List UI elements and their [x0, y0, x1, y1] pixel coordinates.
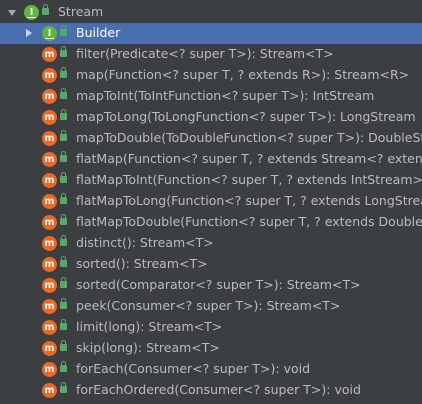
method-label: sorted(Comparator<? super T>): Stream<T> [76, 277, 361, 292]
public-lock-icon [60, 256, 67, 267]
public-lock-icon [60, 361, 67, 372]
method-item[interactable]: m mapToDouble(ToDoubleFunction<? super T>… [0, 128, 422, 149]
method-icon: m [42, 320, 57, 335]
collapse-arrow-icon[interactable] [26, 29, 32, 37]
method-item[interactable]: m flatMapToInt(Function<? super T, ? exte… [0, 170, 422, 191]
method-item[interactable]: m sorted(): Stream<T> [0, 254, 422, 275]
expand-arrow-icon[interactable] [8, 10, 16, 16]
public-lock-icon [60, 172, 67, 183]
public-lock-icon [60, 193, 67, 204]
method-item[interactable]: m forEachOrdered(Consumer<? super T>): vo… [0, 380, 422, 401]
method-label: limit(long): Stream<T> [76, 319, 223, 334]
method-label: forEach(Consumer<? super T>): void [76, 361, 311, 376]
method-item[interactable]: m distinct(): Stream<T> [0, 233, 422, 254]
method-icon: m [42, 362, 57, 377]
method-item[interactable]: m filter(Predicate<? super T>): Stream<T> [0, 44, 422, 65]
method-label: forEachOrdered(Consumer<? super T>): voi… [76, 382, 361, 397]
method-item[interactable]: m mapToLong(ToLongFunction<? super T>): L… [0, 107, 422, 128]
tree-node-label: Builder [76, 25, 121, 40]
method-item[interactable]: m flatMapToLong(Function<? super T, ? ext… [0, 191, 422, 212]
method-label: map(Function<? super T, ? extends R>): S… [76, 67, 410, 82]
public-lock-icon [60, 88, 67, 99]
method-icon: m [42, 278, 57, 293]
method-icon: m [42, 299, 57, 314]
method-label: flatMapToDouble(Function<? super T, ? ex… [76, 214, 422, 229]
method-item[interactable]: m sorted(Comparator<? super T>): Stream<T… [0, 275, 422, 296]
tree-node-builder[interactable]: I Builder [0, 23, 422, 44]
public-lock-icon [60, 298, 67, 309]
method-icon: m [42, 257, 57, 272]
method-item[interactable]: m flatMapToDouble(Function<? super T, ? e… [0, 212, 422, 233]
method-icon: m [42, 215, 57, 230]
method-label: mapToInt(ToIntFunction<? super T>): IntS… [76, 88, 375, 103]
public-lock-icon [60, 109, 67, 120]
method-icon: m [42, 47, 57, 62]
public-lock-icon [60, 235, 67, 246]
public-lock-icon [42, 4, 49, 15]
public-lock-icon [60, 319, 67, 330]
method-item[interactable]: m flatMap(Function<? super T, ? extends S… [0, 149, 422, 170]
method-label: flatMap(Function<? super T, ? extends St… [76, 151, 422, 166]
public-lock-icon [60, 151, 67, 162]
public-lock-icon [60, 67, 67, 78]
method-item[interactable]: m forEach(Consumer<? super T>): void [0, 359, 422, 380]
method-label: mapToDouble(ToDoubleFunction<? super T>)… [76, 130, 422, 145]
method-item[interactable]: m map(Function<? super T, ? extends R>): … [0, 65, 422, 86]
method-icon: m [42, 68, 57, 83]
method-label: mapToLong(ToLongFunction<? super T>): Lo… [76, 109, 416, 124]
method-label: skip(long): Stream<T> [76, 340, 220, 355]
method-label: flatMapToLong(Function<? super T, ? exte… [76, 193, 422, 208]
method-icon: m [42, 236, 57, 251]
public-lock-icon [60, 46, 67, 57]
public-lock-icon [60, 130, 67, 141]
public-lock-icon [60, 277, 67, 288]
method-icon: m [42, 110, 57, 125]
tree-node-label: Stream [58, 4, 104, 19]
method-item[interactable]: m limit(long): Stream<T> [0, 317, 422, 338]
method-icon: m [42, 341, 57, 356]
method-icon: m [42, 131, 57, 146]
method-label: peek(Consumer<? super T>): Stream<T> [76, 298, 341, 313]
method-label: distinct(): Stream<T> [76, 235, 214, 250]
public-lock-icon [60, 340, 67, 351]
method-label: filter(Predicate<? super T>): Stream<T> [76, 46, 334, 61]
method-label: sorted(): Stream<T> [76, 256, 208, 271]
method-icon: m [42, 89, 57, 104]
method-item[interactable]: m skip(long): Stream<T> [0, 338, 422, 359]
interface-icon: I [42, 26, 57, 41]
interface-icon: I [24, 5, 39, 20]
public-lock-icon [60, 214, 67, 225]
tree-node-stream[interactable]: I Stream [0, 2, 422, 23]
public-lock-icon [60, 25, 67, 36]
method-item[interactable]: m peek(Consumer<? super T>): Stream<T> [0, 296, 422, 317]
method-icon: m [42, 383, 57, 398]
public-lock-icon [60, 382, 67, 393]
method-icon: m [42, 194, 57, 209]
method-label: flatMapToInt(Function<? super T, ? exten… [76, 172, 422, 187]
method-icon: m [42, 152, 57, 167]
method-item[interactable]: m mapToInt(ToIntFunction<? super T>): Int… [0, 86, 422, 107]
structure-tree: I Stream I Builder m filter(Predicate<? s… [0, 0, 422, 404]
method-icon: m [42, 173, 57, 188]
